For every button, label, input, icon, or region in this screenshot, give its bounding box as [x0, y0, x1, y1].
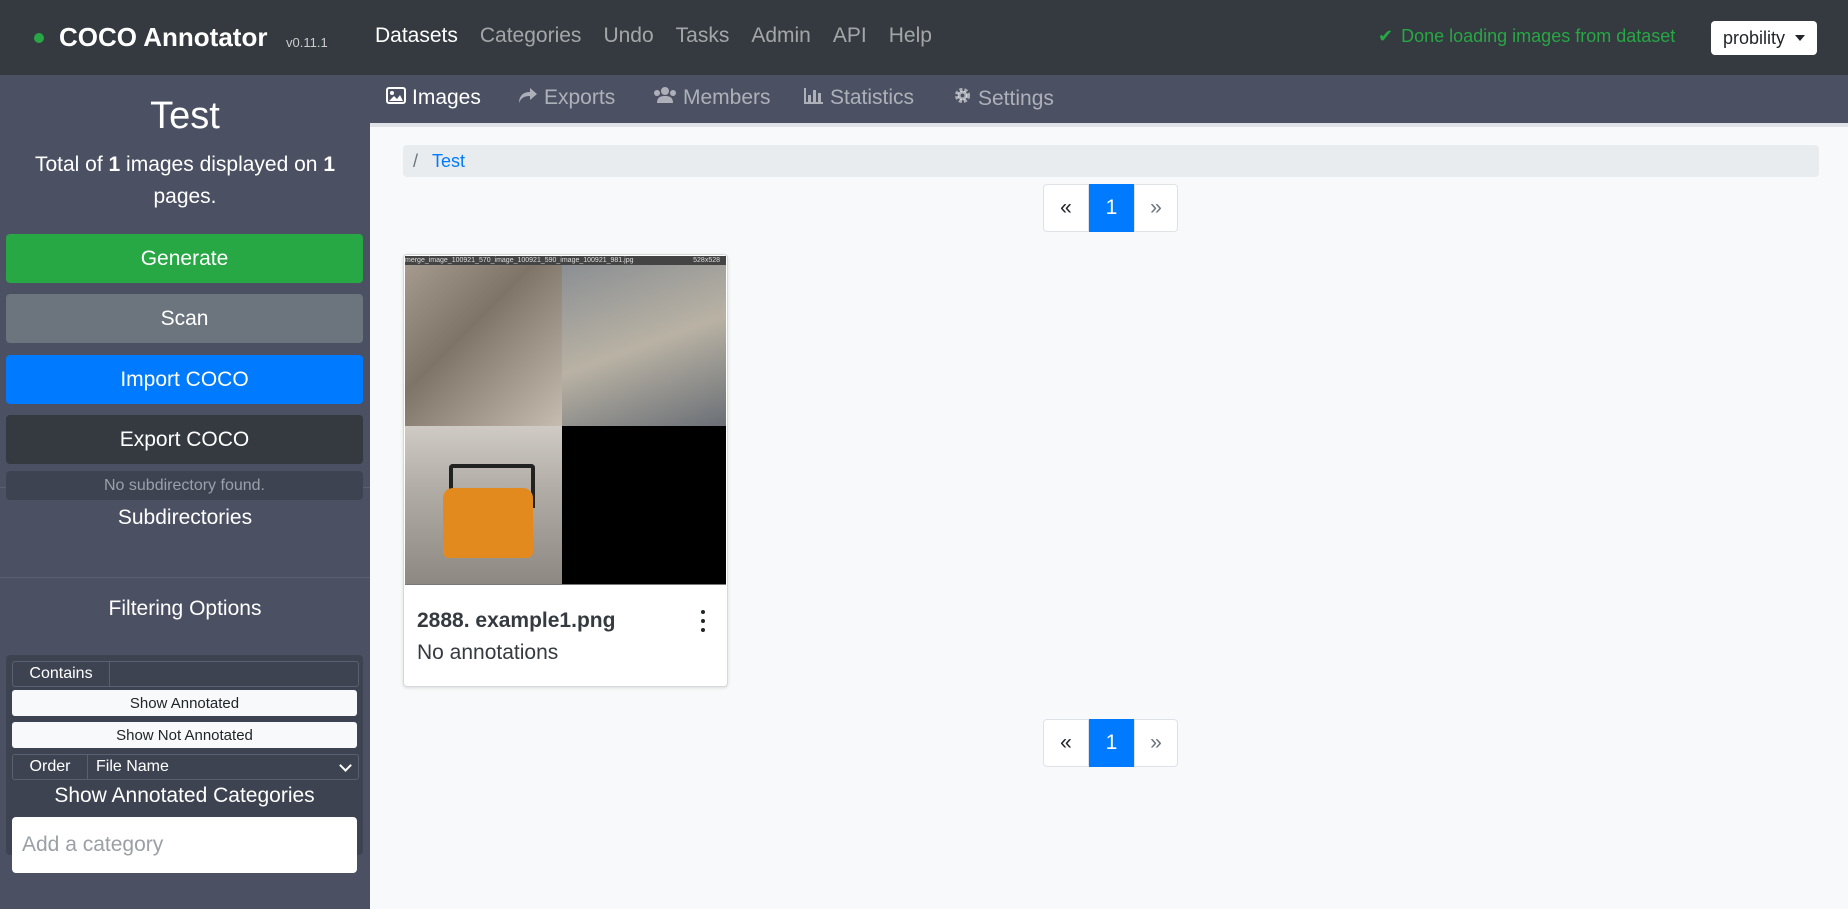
summary-prefix: Total of: [34, 153, 109, 176]
pagination-top: « 1 »: [1043, 184, 1178, 232]
tab-members[interactable]: Members: [653, 86, 771, 110]
tab-members-label: Members: [683, 86, 771, 109]
contains-label: Contains: [13, 662, 110, 686]
thumbnail-quadrant: [562, 265, 726, 426]
tab-settings-label: Settings: [978, 86, 1054, 110]
page-count: 1: [323, 153, 336, 176]
tab-statistics[interactable]: Statistics: [804, 86, 914, 110]
page-next-button[interactable]: »: [1134, 719, 1178, 767]
nav-datasets[interactable]: Datasets: [375, 24, 458, 48]
contains-input[interactable]: [110, 662, 358, 686]
pagination-bottom: « 1 »: [1043, 719, 1178, 767]
caret-down-icon: [1795, 35, 1806, 41]
image-icon: [386, 86, 406, 110]
tab-exports[interactable]: Exports: [518, 86, 615, 110]
tab-settings[interactable]: Settings: [953, 86, 1054, 111]
gear-icon: [953, 86, 972, 111]
more-options-icon[interactable]: [698, 610, 708, 632]
page-prev-button[interactable]: «: [1043, 719, 1089, 767]
dataset-summary: Total of 1 images displayed on 1 pages.: [20, 149, 350, 213]
top-navbar: COCO Annotator v0.11.1 Datasets Categori…: [0, 0, 1848, 75]
tab-statistics-label: Statistics: [830, 86, 915, 109]
image-card[interactable]: merge_image_100921_570_image_100921_590_…: [403, 254, 728, 687]
nav-api[interactable]: API: [833, 24, 867, 48]
app-brand[interactable]: COCO Annotator: [59, 22, 267, 53]
scan-button[interactable]: Scan: [6, 294, 363, 343]
page-current-button[interactable]: 1: [1089, 719, 1134, 767]
annotated-categories-title: Show Annotated Categories: [54, 784, 315, 807]
page-prev-button[interactable]: «: [1043, 184, 1089, 232]
dataset-tabs: Images Exports Members Statistics Settin…: [370, 75, 1848, 123]
image-annotation-count: No annotations: [417, 641, 559, 664]
import-coco-button[interactable]: Import COCO: [6, 355, 363, 404]
show-not-annotated-button[interactable]: Show Not Annotated: [12, 722, 357, 748]
app-version: v0.11.1: [286, 35, 328, 50]
vehicle-shape: [443, 488, 533, 558]
generate-button[interactable]: Generate: [6, 234, 363, 283]
thumbnail-quadrant: [562, 426, 726, 584]
show-annotated-button[interactable]: Show Annotated: [12, 690, 357, 716]
breadcrumb: / Test: [403, 145, 1819, 177]
tab-images[interactable]: Images: [386, 86, 481, 110]
loading-status-text: Done loading images from dataset: [1401, 26, 1676, 46]
tab-exports-label: Exports: [544, 86, 616, 109]
order-select-value: File Name: [96, 758, 169, 775]
share-icon: [518, 86, 538, 110]
check-icon: ✔: [1378, 26, 1394, 46]
export-coco-button[interactable]: Export COCO: [6, 415, 363, 464]
page-next-button[interactable]: »: [1134, 184, 1178, 232]
order-select[interactable]: File Name: [88, 755, 358, 779]
nav-help[interactable]: Help: [889, 24, 932, 48]
nav-categories[interactable]: Categories: [480, 24, 582, 48]
user-dropdown-button[interactable]: probility: [1711, 21, 1817, 55]
tab-images-label: Images: [412, 86, 481, 109]
breadcrumb-item[interactable]: Test: [432, 151, 465, 172]
order-filter: Order File Name: [12, 754, 359, 780]
subnav-shadow: [370, 123, 1848, 127]
filter-panel: Contains Show Annotated Show Not Annotat…: [6, 655, 363, 873]
filtering-options-title: Filtering Options: [108, 597, 262, 620]
thumbnail-quadrant: [405, 265, 562, 426]
dataset-title: Test: [150, 95, 220, 137]
loading-status: ✔ Done loading images from dataset: [1378, 26, 1675, 47]
image-thumbnail[interactable]: merge_image_100921_570_image_100921_590_…: [405, 256, 726, 585]
summary-middle: images displayed on: [120, 153, 324, 176]
breadcrumb-separator: /: [413, 150, 419, 171]
order-label: Order: [13, 755, 88, 779]
image-count: 1: [108, 153, 121, 176]
nav-undo[interactable]: Undo: [603, 24, 653, 48]
summary-suffix: pages.: [153, 185, 217, 208]
contains-filter: Contains: [12, 661, 359, 687]
subdirectories-title: Subdirectories: [117, 506, 253, 529]
sidebar: Test Total of 1 images displayed on 1 pa…: [0, 75, 370, 909]
thumbnail-filename: merge_image_100921_570_image_100921_590_…: [405, 257, 634, 264]
subdirectories-empty: No subdirectory found.: [6, 471, 363, 500]
sidebar-divider: [0, 577, 370, 578]
chevron-down-icon: [339, 758, 352, 772]
bar-chart-icon: [804, 86, 824, 110]
status-dot-icon: [34, 33, 44, 43]
page-current-button[interactable]: 1: [1089, 184, 1134, 232]
image-title[interactable]: 2888. example1.png: [417, 609, 615, 633]
user-name: probility: [1722, 27, 1786, 48]
main-nav: Datasets Categories Undo Tasks Admin API…: [375, 24, 954, 48]
nav-admin[interactable]: Admin: [751, 24, 811, 48]
thumbnail-size: 528x528: [693, 257, 720, 264]
users-icon: [653, 86, 677, 110]
thumbnail-header: merge_image_100921_570_image_100921_590_…: [405, 256, 726, 265]
nav-tasks[interactable]: Tasks: [676, 24, 730, 48]
category-input[interactable]: Add a category: [12, 817, 357, 873]
